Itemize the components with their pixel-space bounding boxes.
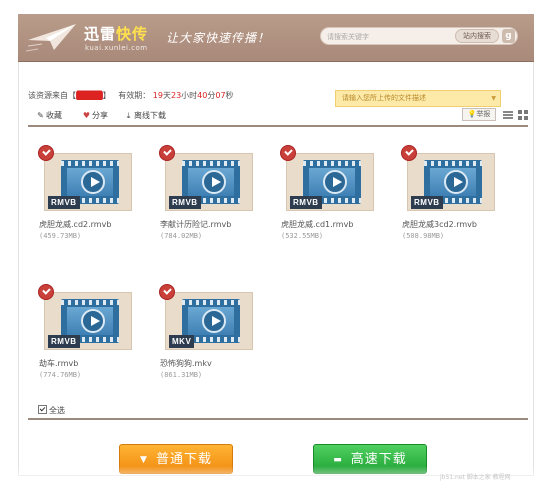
validity-label: 有效期： bbox=[118, 91, 151, 100]
grid-view-icon[interactable] bbox=[518, 110, 528, 120]
file-format-badge: RMVB bbox=[290, 196, 322, 209]
file-size: (774.76MB) bbox=[39, 371, 82, 379]
file-format-badge: RMVB bbox=[169, 196, 201, 209]
heart-icon: ♥ bbox=[82, 111, 91, 120]
source-suffix: 】 bbox=[102, 91, 111, 100]
download-arrow-icon: ▼ bbox=[140, 455, 148, 465]
source-uploader-name[interactable]: ████ bbox=[76, 91, 103, 100]
file-description-input[interactable]: 请输入您所上传的文件描述 ▼ bbox=[335, 90, 501, 107]
seconds-unit: 秒 bbox=[225, 91, 234, 100]
search-box: 站内搜索 g bbox=[320, 27, 518, 45]
action-toolbar: ✎ 收藏 ♥ 分享 ⤓ 离线下载 💡举报 bbox=[28, 108, 534, 124]
dropdown-arrow-icon[interactable]: ▼ bbox=[491, 91, 496, 106]
fast-download-label: 高速下载 bbox=[350, 452, 407, 467]
selected-check-icon[interactable] bbox=[38, 145, 54, 161]
file-thumbnail[interactable]: RMVB bbox=[407, 153, 495, 211]
file-item[interactable]: RMVB 虎胆龙威.cd2.rmvb (459.73MB) bbox=[38, 145, 148, 255]
report-label: 举报 bbox=[476, 110, 491, 118]
slogan: 让大家快速传播！ bbox=[166, 31, 271, 45]
file-thumbnail[interactable]: MKV bbox=[165, 292, 253, 350]
file-size: (784.02MB) bbox=[160, 232, 203, 240]
bottom-divider bbox=[28, 418, 528, 420]
file-size: (861.31MB) bbox=[160, 371, 203, 379]
validity-hours: 23 bbox=[170, 91, 182, 100]
play-icon bbox=[81, 170, 105, 194]
paper-plane-logo-icon bbox=[25, 24, 76, 52]
play-icon bbox=[81, 309, 105, 333]
file-format-badge: RMVB bbox=[411, 196, 443, 209]
brand-name-part2: 快传 bbox=[116, 25, 149, 43]
brand-url: kuai.xunlei.com bbox=[85, 44, 148, 52]
file-size: (508.98MB) bbox=[402, 232, 445, 240]
offline-download-label: 离线下载 bbox=[134, 111, 166, 120]
select-all-checkbox[interactable]: 全选 bbox=[38, 405, 65, 416]
site-search-button[interactable]: 站内搜索 bbox=[455, 29, 499, 43]
file-item[interactable]: RMVB 虎胆龙威.cd1.rmvb (532.55MB) bbox=[280, 145, 390, 255]
watermark: jb51.net 脚本之家 教程网 bbox=[440, 474, 511, 481]
share-button[interactable]: ♥ 分享 bbox=[82, 110, 108, 121]
header-bar: 迅雷快传 kuai.xunlei.com 让大家快速传播！ 站内搜索 g bbox=[18, 14, 534, 62]
file-item[interactable]: RMVB 李献计历险记.rmvb (784.02MB) bbox=[159, 145, 269, 255]
file-format-badge: RMVB bbox=[48, 335, 80, 348]
selected-check-icon[interactable] bbox=[280, 145, 296, 161]
brand-name-part1: 迅雷 bbox=[84, 25, 117, 43]
file-thumbnail[interactable]: RMVB bbox=[286, 153, 374, 211]
validity-seconds: 07 bbox=[215, 91, 226, 100]
play-icon bbox=[444, 170, 468, 194]
file-size: (459.73MB) bbox=[39, 232, 82, 240]
file-item[interactable]: MKV 恐怖狗狗.mkv (861.31MB) bbox=[159, 284, 269, 394]
favorite-button[interactable]: ✎ 收藏 bbox=[36, 110, 62, 121]
selected-check-icon[interactable] bbox=[38, 284, 54, 300]
description-placeholder: 请输入您所上传的文件描述 bbox=[342, 94, 426, 102]
file-item[interactable]: RMVB 劫车.rmvb (774.76MB) bbox=[38, 284, 148, 394]
file-format-badge: RMVB bbox=[48, 196, 80, 209]
select-all-label: 全选 bbox=[49, 406, 65, 415]
play-icon bbox=[202, 309, 226, 333]
selected-check-icon[interactable] bbox=[159, 145, 175, 161]
file-name[interactable]: 虎胆龙威.cd2.rmvb bbox=[39, 219, 111, 230]
hours-unit: 小时 bbox=[181, 91, 198, 100]
google-search-icon[interactable]: g bbox=[502, 29, 515, 43]
play-icon bbox=[323, 170, 347, 194]
brand-name[interactable]: 迅雷快传 bbox=[84, 23, 148, 44]
source-prefix: 该资源来自【 bbox=[28, 91, 76, 100]
share-label: 分享 bbox=[92, 111, 108, 120]
file-format-badge: MKV bbox=[169, 335, 195, 348]
file-thumbnail[interactable]: RMVB bbox=[44, 153, 132, 211]
offline-download-button[interactable]: ⤓ 离线下载 bbox=[124, 110, 166, 121]
file-thumbnail[interactable]: RMVB bbox=[165, 153, 253, 211]
resource-source-line: 该资源来自【████】 有效期： 19天23小时40分07秒 bbox=[28, 90, 234, 101]
normal-download-label: 普通下载 bbox=[155, 452, 212, 467]
file-name[interactable]: 恐怖狗狗.mkv bbox=[160, 358, 212, 369]
file-name[interactable]: 虎胆龙威.cd1.rmvb bbox=[281, 219, 353, 230]
search-input[interactable] bbox=[327, 30, 447, 43]
checkbox-checked-icon[interactable] bbox=[38, 405, 47, 414]
list-view-icon[interactable] bbox=[503, 111, 513, 119]
report-button[interactable]: 💡举报 bbox=[462, 108, 496, 121]
validity-days: 19 bbox=[152, 91, 163, 100]
file-size: (532.55MB) bbox=[281, 232, 324, 240]
bookmark-icon: ✎ bbox=[37, 111, 44, 120]
speed-icon: ▬ bbox=[333, 455, 343, 465]
days-unit: 天 bbox=[162, 91, 171, 100]
file-name[interactable]: 劫车.rmvb bbox=[39, 358, 78, 369]
favorite-label: 收藏 bbox=[46, 111, 62, 120]
file-thumbnail[interactable]: RMVB bbox=[44, 292, 132, 350]
selected-check-icon[interactable] bbox=[159, 284, 175, 300]
selected-check-icon[interactable] bbox=[401, 145, 417, 161]
file-item[interactable]: RMVB 虎胆龙威3cd2.rmvb (508.98MB) bbox=[401, 145, 511, 255]
top-divider bbox=[28, 125, 528, 127]
play-icon bbox=[202, 170, 226, 194]
download-icon: ⤓ bbox=[126, 111, 131, 120]
file-name[interactable]: 虎胆龙威3cd2.rmvb bbox=[402, 219, 477, 230]
validity-minutes: 40 bbox=[197, 91, 208, 100]
file-name[interactable]: 李献计历险记.rmvb bbox=[160, 219, 231, 230]
